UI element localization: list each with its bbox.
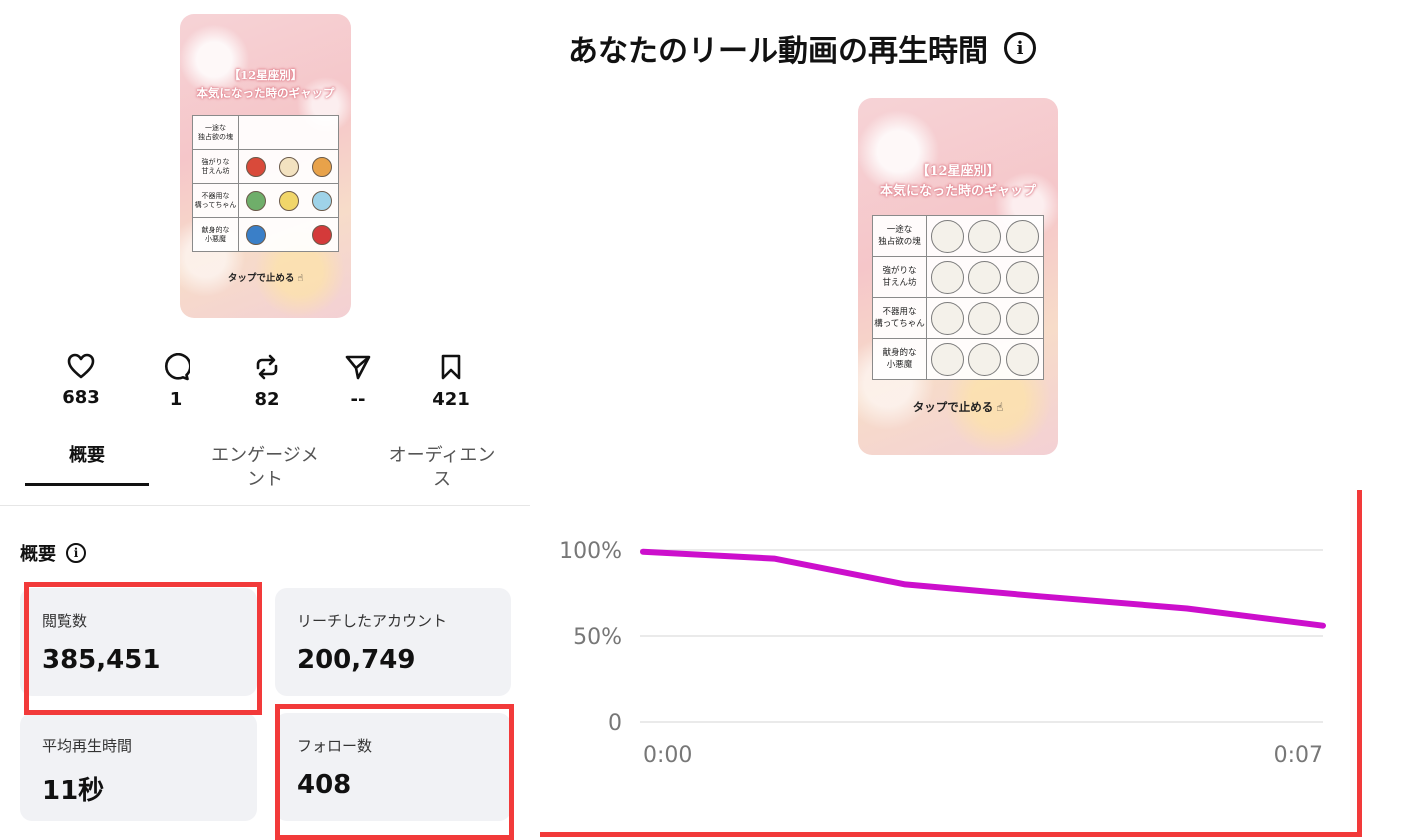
- comment-icon: [164, 353, 190, 381]
- thumbnail-row-label: 一途な 独占欲の塊: [872, 215, 927, 257]
- heart-icon: [67, 353, 95, 379]
- share-count: --: [350, 389, 366, 410]
- reached-accounts-value: 200,749: [297, 645, 416, 675]
- x-tick-label: 0:07: [1274, 743, 1323, 768]
- x-tick-label: 0:00: [643, 743, 692, 768]
- reel-video-preview[interactable]: 【12星座別】 本気になった時のギャップ 一途な 独占欲の塊 強がりな 甘えん坊…: [858, 98, 1058, 455]
- avg-watch-time-label: 平均再生時間: [42, 737, 133, 755]
- like-count: 683: [62, 387, 100, 408]
- tabs-divider: [0, 505, 530, 506]
- character-illustrations: [239, 224, 338, 245]
- retention-line: [640, 548, 1326, 629]
- avg-watch-time-card: 平均再生時間 11秒: [20, 713, 257, 821]
- thumbnail-row-label: 一途な 独占欲の塊: [192, 115, 239, 150]
- comment-count: 1: [169, 389, 183, 410]
- repost-count: 82: [254, 389, 280, 410]
- page-title: あなたのリール動画の再生時間 i: [568, 26, 1036, 70]
- save-button[interactable]: 421: [421, 353, 481, 410]
- comment-button[interactable]: 1: [146, 353, 206, 410]
- reel-thumbnail[interactable]: 【12星座別】 本気になった時のギャップ 一途な 独占欲の塊 強がりな 甘えん坊…: [180, 14, 351, 318]
- tab-overview[interactable]: 概要: [25, 444, 149, 468]
- tap-to-stop-text: タップで止める ☝: [912, 400, 1004, 414]
- reached-accounts-label: リーチしたアカウント: [297, 612, 448, 630]
- tab-audience[interactable]: オーディエン ス: [372, 444, 512, 492]
- retention-chart: 0 50% 100% 0:00 0:07: [540, 490, 1362, 837]
- pointing-hand-icon: ☝: [996, 400, 1004, 414]
- tab-engagement[interactable]: エンゲージメ ント: [195, 444, 335, 492]
- thumbnail-row-label: 不器用な 構ってちゃん: [872, 297, 927, 339]
- avg-watch-time-value: 11秒: [42, 776, 105, 806]
- follows-highlight-box: [275, 704, 514, 840]
- share-button[interactable]: --: [328, 353, 388, 410]
- y-tick-label: 100%: [559, 539, 622, 564]
- thumbnail-row-label: 不器用な 構ってちゃん: [192, 183, 239, 218]
- thumbnail-table: 一途な 独占欲の塊 強がりな 甘えん坊 不器用な 構ってちゃん 献身的な 小悪魔: [192, 115, 339, 252]
- thumbnail-row-label: 強がりな 甘えん坊: [872, 256, 927, 298]
- bookmark-icon: [441, 354, 461, 380]
- overview-heading: 概要 i: [20, 540, 86, 566]
- y-tick-label: 50%: [573, 625, 622, 650]
- views-highlight-box: [24, 582, 262, 715]
- tap-to-stop-text: タップで止める ☝: [227, 273, 304, 284]
- repost-icon: [256, 354, 278, 380]
- info-icon[interactable]: i: [66, 543, 86, 563]
- chart-highlight-box: [540, 490, 1362, 837]
- share-icon: [345, 355, 371, 380]
- save-count: 421: [432, 389, 470, 410]
- thumbnail-row-label: 献身的な 小悪魔: [192, 217, 239, 252]
- y-tick-label: 0: [608, 711, 622, 736]
- info-icon[interactable]: i: [1004, 32, 1036, 64]
- thumbnail-row-label: 強がりな 甘えん坊: [192, 149, 239, 184]
- pointing-hand-icon: ☝: [297, 273, 304, 284]
- thumbnail-row-label: 献身的な 小悪魔: [872, 338, 927, 380]
- active-tab-indicator: [25, 483, 149, 486]
- reached-accounts-card: リーチしたアカウント 200,749: [275, 588, 511, 696]
- repost-button[interactable]: 82: [237, 353, 297, 410]
- thumbnail-title: 【12星座別】 本気になった時のギャップ: [196, 68, 335, 100]
- character-illustrations: [239, 156, 338, 177]
- character-illustrations: [239, 190, 338, 211]
- thumbnail-title: 【12星座別】 本気になった時のギャップ: [879, 164, 1036, 199]
- like-button[interactable]: 683: [51, 353, 111, 408]
- thumbnail-table: 一途な 独占欲の塊 強がりな 甘えん坊 不器用な 構ってちゃん 献身的な 小悪魔: [872, 215, 1044, 380]
